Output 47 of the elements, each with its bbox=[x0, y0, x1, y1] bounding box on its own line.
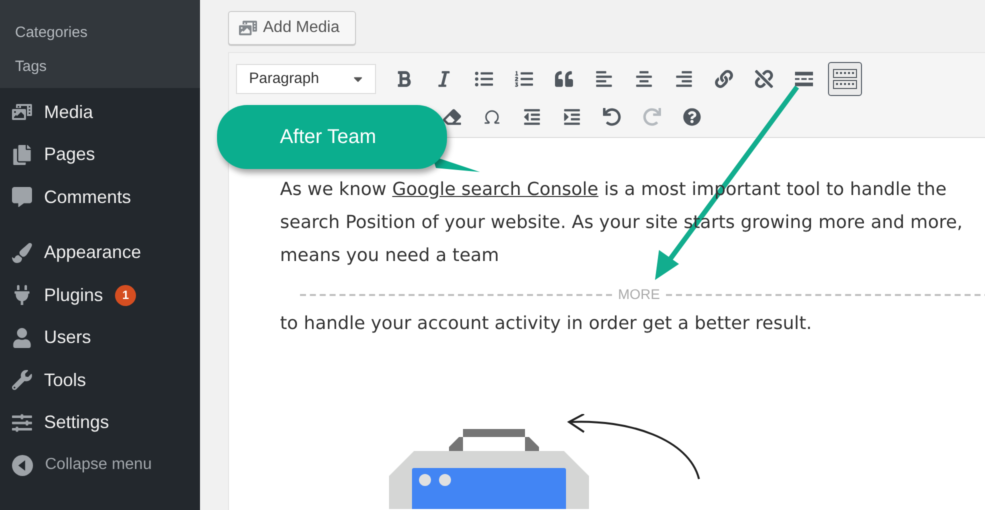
text-link[interactable]: Google search Console bbox=[392, 179, 598, 200]
undo-icon bbox=[603, 108, 621, 126]
omega-icon bbox=[483, 108, 501, 126]
pages-icon bbox=[12, 144, 32, 165]
sidebar-menu-item[interactable]: Users bbox=[44, 324, 92, 352]
bulleted-list-icon bbox=[475, 70, 493, 88]
speech-bubble-icon bbox=[12, 187, 32, 208]
indent-icon bbox=[563, 108, 581, 126]
collapse-icon bbox=[12, 454, 33, 476]
quote-icon bbox=[555, 70, 573, 88]
wrench-icon bbox=[12, 370, 32, 390]
sidebar-menu-item[interactable]: Appearance bbox=[44, 239, 142, 266]
toolbar-toggle-button[interactable] bbox=[828, 62, 862, 96]
sliders-icon bbox=[12, 412, 32, 433]
format-dropdown[interactable]: Paragraph bbox=[236, 64, 376, 94]
sidebar-menu-item[interactable]: Settings bbox=[44, 409, 110, 436]
plug-icon bbox=[12, 285, 32, 306]
sidebar-menu-item[interactable]: Media bbox=[44, 98, 94, 126]
align-left-icon bbox=[595, 70, 613, 88]
align-center-icon bbox=[635, 70, 653, 88]
submenu-item[interactable]: Tags bbox=[0, 50, 200, 84]
paintbrush-icon bbox=[12, 242, 32, 263]
read-more-icon bbox=[795, 70, 813, 88]
more-tag-label: MORE bbox=[618, 285, 660, 304]
numbered-list-icon bbox=[515, 70, 533, 88]
redo-icon bbox=[643, 108, 661, 126]
keyboard-icon bbox=[833, 69, 857, 89]
update-count-badge: 1 bbox=[115, 284, 136, 306]
collapse-menu-button[interactable]: Collapse menu bbox=[45, 453, 152, 477]
paragraph: to handle your account activity in order get a better result. bbox=[280, 312, 813, 336]
submenu-item[interactable]: Categories bbox=[0, 16, 200, 50]
link-icon bbox=[715, 70, 733, 88]
add-media-button[interactable]: Add Media bbox=[228, 11, 356, 45]
media-icon bbox=[239, 19, 257, 37]
callout-label: After Team bbox=[280, 125, 378, 150]
bold-icon bbox=[395, 70, 413, 88]
help-icon bbox=[683, 108, 701, 126]
sidebar-menu-item[interactable]: Plugins bbox=[44, 282, 104, 309]
broken-link-icon bbox=[755, 70, 773, 88]
eraser-icon bbox=[443, 108, 461, 126]
user-icon bbox=[12, 328, 32, 348]
media-icon bbox=[12, 102, 32, 122]
sidebar-menu-item[interactable]: Pages bbox=[44, 141, 96, 168]
sidebar-menu-item[interactable]: Comments bbox=[44, 184, 132, 211]
sidebar-menu-item[interactable]: Tools bbox=[44, 366, 86, 394]
align-right-icon bbox=[675, 70, 693, 88]
outdent-icon bbox=[523, 108, 541, 126]
